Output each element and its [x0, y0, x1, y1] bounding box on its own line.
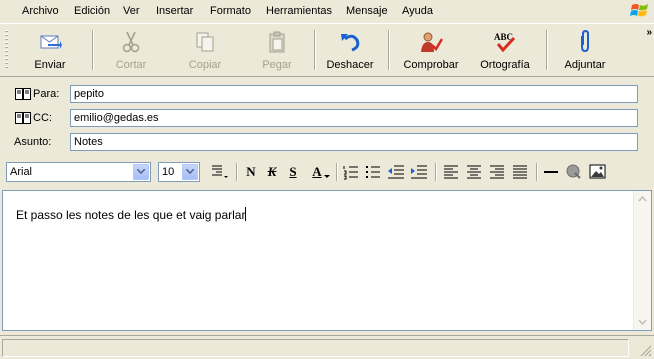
attach-button[interactable]: Adjuntar — [554, 26, 616, 74]
check-names-label: Comprobar — [403, 59, 459, 71]
italic-button[interactable]: K — [263, 164, 281, 180]
spelling-icon: ABC — [494, 32, 516, 53]
check-names-icon — [421, 32, 443, 52]
menu-ver[interactable]: Ver — [123, 5, 140, 17]
formatting-toolbar: Arial 10 N K S A — [0, 158, 654, 186]
spelling-button[interactable]: ABC Ortografía — [472, 26, 538, 74]
menu-insertar[interactable]: Insertar — [156, 5, 193, 17]
undo-label: Deshacer — [326, 59, 374, 71]
justify-icon[interactable] — [512, 164, 528, 180]
send-icon — [40, 35, 62, 49]
paperclip-icon — [581, 30, 589, 53]
font-size-select[interactable]: 10 — [158, 162, 200, 182]
menu-formato[interactable]: Formato — [210, 5, 251, 17]
message-body-text[interactable]: Et passo les notes de les que et vaig pa… — [16, 207, 247, 222]
font-size-dropdown-icon[interactable] — [182, 164, 198, 180]
message-body[interactable]: Et passo les notes de les que et vaig pa… — [2, 190, 652, 331]
menu-bar: Archivo Edición Ver Insertar Formato Her… — [0, 0, 654, 23]
font-select-value: Arial — [10, 166, 33, 178]
horizontal-line-icon[interactable] — [543, 164, 559, 180]
insert-picture-icon[interactable] — [589, 163, 606, 180]
align-right-icon[interactable] — [489, 164, 505, 180]
paragraph-style-icon[interactable] — [210, 163, 230, 181]
menu-mensaje[interactable]: Mensaje — [346, 5, 388, 17]
copy-button[interactable]: Copiar — [174, 26, 236, 74]
to-field[interactable]: pepito — [70, 85, 638, 103]
undo-button[interactable]: Deshacer — [320, 26, 380, 74]
body-vertical-scrollbar[interactable] — [633, 191, 651, 330]
underline-button[interactable]: S — [284, 164, 302, 180]
menu-ayuda[interactable]: Ayuda — [402, 5, 433, 17]
numbered-list-icon[interactable] — [343, 164, 359, 180]
windows-logo-icon — [630, 4, 648, 17]
decrease-indent-icon[interactable] — [387, 164, 405, 180]
subject-label: Asunto: — [14, 136, 52, 148]
toolbar: Enviar Cortar Copiar Pegar Deshacer Comp… — [0, 23, 654, 77]
font-color-dropdown-icon[interactable] — [324, 175, 330, 179]
to-label: Para: — [33, 88, 60, 100]
menu-edicion[interactable]: Edición — [74, 5, 110, 17]
copy-label: Copiar — [188, 59, 222, 71]
cut-label: Cortar — [115, 59, 147, 71]
bold-button[interactable]: N — [242, 164, 260, 180]
check-names-button[interactable]: Comprobar — [398, 26, 464, 74]
align-center-icon[interactable] — [466, 164, 482, 180]
resize-grip-icon[interactable] — [639, 344, 651, 356]
undo-icon — [341, 34, 360, 52]
address-book-icon-cc[interactable] — [15, 112, 31, 124]
scroll-down-arrow-icon[interactable] — [635, 314, 650, 329]
menu-archivo[interactable]: Archivo — [22, 5, 59, 17]
scroll-up-arrow-icon[interactable] — [635, 192, 650, 207]
status-bar — [0, 335, 654, 359]
send-label: Enviar — [34, 59, 66, 71]
attach-label: Adjuntar — [564, 59, 606, 71]
toolbar-grip[interactable] — [5, 30, 8, 70]
toolbar-overflow-chevron-icon[interactable]: » — [646, 27, 651, 38]
text-caret — [245, 207, 247, 221]
paste-button[interactable]: Pegar — [246, 26, 308, 74]
send-button[interactable]: Enviar — [14, 26, 86, 74]
spelling-label: Ortografía — [480, 59, 530, 71]
increase-indent-icon[interactable] — [410, 164, 428, 180]
copy-icon — [196, 32, 214, 52]
align-left-icon[interactable] — [443, 164, 459, 180]
font-select[interactable]: Arial — [6, 162, 151, 182]
font-size-value: 10 — [162, 166, 175, 178]
status-panel — [2, 339, 629, 357]
cut-button[interactable]: Cortar — [100, 26, 162, 74]
clipboard-icon — [269, 31, 285, 53]
address-book-icon-para[interactable] — [15, 88, 31, 100]
paste-label: Pegar — [262, 59, 292, 71]
font-select-dropdown-icon[interactable] — [133, 164, 149, 180]
bullet-list-icon[interactable] — [365, 164, 381, 180]
menu-herramientas[interactable]: Herramientas — [266, 5, 332, 17]
subject-field[interactable]: Notes — [70, 133, 638, 151]
cc-field[interactable]: emilio@gedas.es — [70, 109, 638, 127]
message-text: Et passo les notes de les que et vaig pa… — [16, 208, 246, 222]
cc-label: CC: — [33, 112, 52, 124]
scissors-icon — [122, 31, 140, 53]
hyperlink-icon[interactable] — [565, 163, 582, 180]
